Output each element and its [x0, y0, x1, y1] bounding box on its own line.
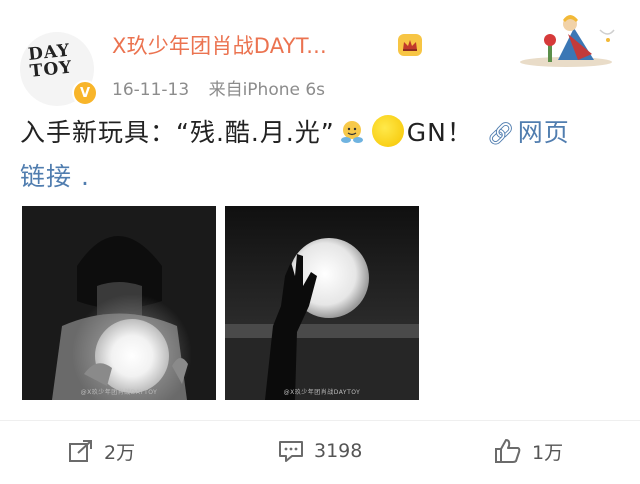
comment-icon	[279, 441, 303, 462]
post-date[interactable]: 16-11-13	[112, 80, 189, 100]
weibo-post-card: DAY TOY V X玖少年团肖战DAYT... 16-11-13 来自iPho…	[0, 0, 640, 476]
post-image-1[interactable]: @X玖少年团肖战DAYTOY	[22, 206, 216, 400]
avatar-logo: DAY TOY	[27, 41, 86, 82]
post-text-main: 入手新玩具：“残.酷.月.光”	[20, 118, 335, 147]
avatar-logo-line2: TOY	[28, 57, 74, 82]
like-count: 1万	[532, 441, 564, 464]
share-icon	[69, 440, 92, 462]
image-2-artwork	[225, 206, 419, 400]
image-2-watermark: @X玖少年团肖战DAYTOY	[283, 389, 361, 396]
hug-emoji-icon	[340, 121, 363, 143]
username-link[interactable]: X玖少年团肖战DAYT...	[112, 30, 327, 60]
comment-count: 3198	[314, 440, 363, 462]
post-source: 来自iPhone 6s	[208, 80, 326, 100]
share-button[interactable]: 2万	[68, 432, 135, 470]
crown-badge-icon[interactable]	[398, 34, 422, 56]
web-link[interactable]: 🔗︎网页	[487, 118, 570, 147]
image-1-watermark: @X玖少年团肖战DAYTOY	[80, 389, 158, 396]
card-decoration-illustration	[520, 15, 615, 67]
post-text-gn: GN！	[406, 118, 473, 147]
share-count: 2万	[104, 441, 136, 464]
like-button[interactable]: 1万	[494, 432, 563, 470]
verified-badge-icon: V	[72, 80, 98, 106]
action-bar-divider	[0, 420, 640, 421]
post-image-2[interactable]: @X玖少年团肖战DAYTOY	[225, 206, 419, 400]
web-link-continuation[interactable]: 链接 .	[20, 162, 90, 191]
comment-button[interactable]: 3198	[278, 432, 362, 470]
post-body: 入手新玩具：“残.酷.月.光” GN！ 🔗︎网页 链接 .	[20, 112, 630, 198]
full-moon-emoji-icon	[371, 115, 404, 147]
thumbs-up-icon	[495, 439, 521, 463]
link-icon: 🔗︎	[486, 122, 516, 147]
web-link-label: 网页	[517, 118, 570, 147]
image-1-artwork	[22, 206, 216, 400]
post-meta: 16-11-13 来自iPhone 6s	[112, 75, 325, 100]
